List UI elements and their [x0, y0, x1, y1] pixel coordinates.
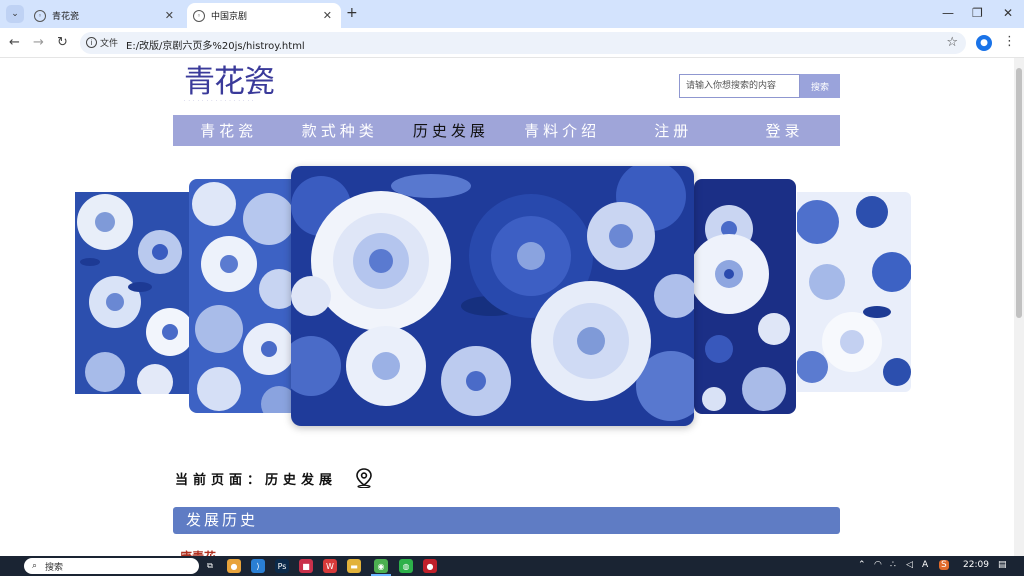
scrollbar-thumb[interactable] — [1016, 68, 1022, 318]
more-menu-icon[interactable]: ⋮ — [1003, 34, 1016, 49]
carousel-slide[interactable] — [694, 179, 796, 414]
photoshop-icon[interactable]: Ps — [275, 559, 289, 573]
profile-avatar-icon[interactable]: ● — [976, 35, 992, 51]
taskbar: ⌕ 搜索 ⧉ ● ⟩ Ps ■ W ▬ ◉ ◍ ● ⌃ ◠ ∴ ◁ A S 22… — [0, 556, 1024, 576]
notification-icon[interactable]: ▤ — [998, 560, 1007, 570]
browser-app-icon[interactable]: ● — [227, 559, 241, 573]
bookmark-star-icon[interactable]: ☆ — [946, 35, 958, 50]
page-scrollbar[interactable] — [1014, 58, 1024, 556]
wechat-icon[interactable]: ◍ — [399, 559, 413, 573]
nav-item-qinghuaci[interactable]: 青花瓷 — [173, 120, 284, 141]
ime-indicator[interactable]: A — [922, 560, 928, 570]
browser-tab-strip: ⌄ ◦ 青花瓷 ✕ ◦ 中国京剧 ✕ + — ❐ ✕ — [0, 0, 1024, 28]
site-logo[interactable]: 青花瓷 · · · · · · · · · · · · · · · · — [184, 66, 284, 108]
url-text[interactable]: E:/改版/京剧六页多%20js/histroy.html — [126, 37, 305, 52]
address-bar[interactable]: i 文件 E:/改版/京剧六页多%20js/histroy.html ☆ — [80, 32, 966, 54]
chrome-icon[interactable]: ◉ — [374, 559, 388, 573]
browser-toolbar: ← → ↻ i 文件 E:/改版/京剧六页多%20js/histroy.html… — [0, 28, 1024, 58]
forward-icon[interactable]: → — [33, 35, 44, 50]
search-button[interactable]: 搜索 — [800, 74, 840, 98]
app-icon[interactable]: ■ — [299, 559, 313, 573]
search-input[interactable] — [679, 74, 800, 98]
globe-icon: ◦ — [193, 9, 205, 22]
task-view-icon[interactable]: ⧉ — [203, 559, 217, 573]
security-label: 文件 — [100, 39, 119, 49]
tab-title: 中国京剧 — [211, 12, 248, 22]
taskbar-search-label: 搜索 — [45, 562, 64, 573]
file-explorer-icon[interactable]: ▬ — [347, 559, 361, 573]
network-icon[interactable]: ∴ — [890, 560, 896, 570]
close-window-icon[interactable]: ✕ — [1003, 6, 1013, 20]
tab-title: 青花瓷 — [52, 12, 80, 22]
volume-icon[interactable]: ◁ — [906, 560, 913, 570]
globe-icon: ◦ — [34, 9, 46, 22]
vscode-icon[interactable]: ⟩ — [251, 559, 265, 573]
clock[interactable]: 22:09 — [963, 560, 989, 570]
tray-chevron-icon[interactable]: ⌃ — [858, 560, 866, 570]
carousel-slide-active[interactable] — [291, 166, 694, 426]
close-icon[interactable]: ✕ — [323, 9, 332, 22]
carousel-slide[interactable] — [75, 192, 195, 394]
nav-item-history[interactable]: 历史发展 — [395, 120, 506, 141]
location-pin-icon — [356, 468, 372, 488]
nav-item-styles[interactable]: 款式种类 — [284, 120, 395, 141]
breadcrumb-text: 当前页面：历史发展 — [175, 472, 338, 488]
tab-jingju[interactable]: ◦ 中国京剧 ✕ — [187, 3, 341, 28]
image-carousel[interactable] — [0, 162, 1014, 432]
main-nav: 青花瓷 款式种类 历史发展 青料介绍 注册 登录 — [173, 115, 840, 146]
recorder-icon[interactable]: ● — [423, 559, 437, 573]
back-icon[interactable]: ← — [9, 35, 20, 50]
new-tab-button[interactable]: + — [346, 5, 358, 21]
sogou-ime-icon[interactable]: S — [939, 560, 949, 570]
carousel-slide[interactable] — [797, 192, 911, 392]
close-icon[interactable]: ✕ — [165, 9, 174, 22]
page-viewport: 青花瓷 · · · · · · · · · · · · · · · · 搜索 青… — [0, 58, 1014, 556]
nav-item-login[interactable]: 登录 — [729, 120, 840, 141]
search-icon: ⌕ — [32, 561, 38, 571]
site-info-chip[interactable]: i 文件 — [86, 36, 118, 49]
taskbar-search[interactable]: ⌕ 搜索 — [24, 558, 199, 574]
info-icon: i — [86, 37, 97, 48]
wifi-icon[interactable]: ◠ — [874, 560, 882, 570]
search-form: 搜索 — [679, 74, 840, 98]
nav-item-register[interactable]: 注册 — [618, 120, 729, 141]
section-title-bar: 发展历史 — [173, 507, 840, 534]
tab-search-button[interactable]: ⌄ — [6, 5, 24, 23]
breadcrumb: 当前页面：历史发展 — [175, 468, 373, 488]
carousel-slide[interactable] — [189, 179, 299, 413]
minimize-icon[interactable]: — — [942, 6, 954, 20]
restore-icon[interactable]: ❐ — [972, 6, 983, 20]
era-heading: 唐青花 — [180, 548, 216, 556]
wps-icon[interactable]: W — [323, 559, 337, 573]
reload-icon[interactable]: ↻ — [57, 35, 68, 50]
nav-item-pigments[interactable]: 青料介绍 — [507, 120, 618, 141]
tab-qinghuaci[interactable]: ◦ 青花瓷 ✕ — [28, 3, 183, 28]
logo-text: 青花瓷 — [184, 64, 275, 100]
